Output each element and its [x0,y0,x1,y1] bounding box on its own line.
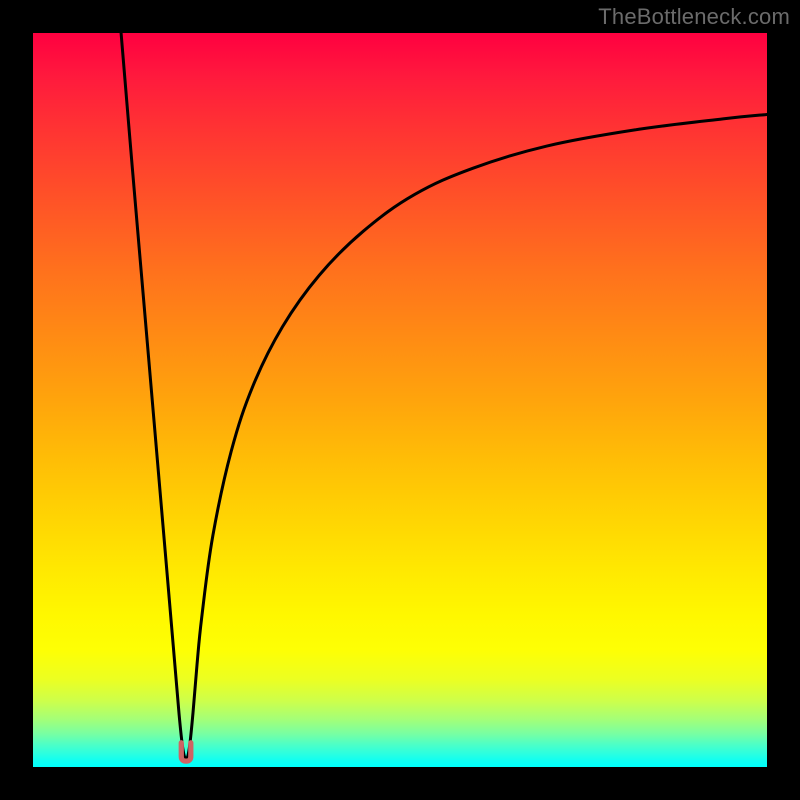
bottleneck-curve [121,33,767,759]
plot-area [33,33,767,767]
watermark-text: TheBottleneck.com [598,4,790,30]
curve-layer [33,33,767,767]
chart-frame: TheBottleneck.com [0,0,800,800]
